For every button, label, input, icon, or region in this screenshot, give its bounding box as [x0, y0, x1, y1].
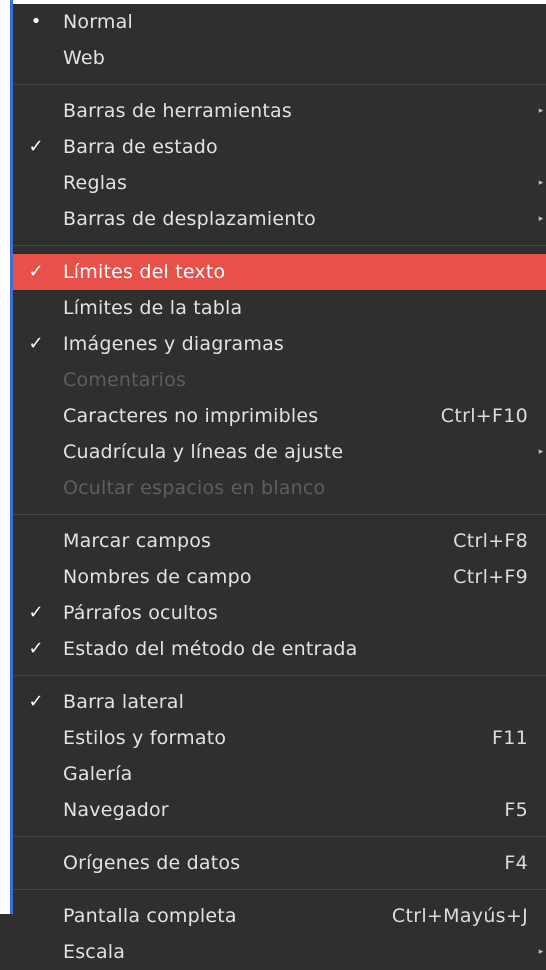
menu-item-label: Navegador	[63, 799, 169, 821]
menu-item-marcar-campos[interactable]: Marcar campos Ctrl+F8	[13, 523, 546, 559]
menu-item-limites-de-la-tabla[interactable]: Límites de la tabla	[13, 290, 546, 326]
menu-separator	[13, 514, 546, 515]
view-menu: • Normal Web Barras de herramientas ▸ ✓ Barra …	[13, 4, 546, 963]
menu-separator	[13, 836, 546, 837]
submenu-arrow-icon: ▸	[538, 214, 544, 224]
menu-item-label: Nombres de campo	[63, 566, 252, 588]
menu-item-nombres-de-campo[interactable]: Nombres de campo Ctrl+F9	[13, 559, 546, 595]
menu-item-label: Escala	[63, 941, 126, 963]
menu-item-label: Imágenes y diagramas	[63, 333, 285, 355]
menu-item-label: Comentarios	[63, 369, 187, 391]
menu-item-imagenes-y-diagramas[interactable]: ✓ Imágenes y diagramas	[13, 326, 546, 362]
menu-item-barras-de-herramientas[interactable]: Barras de herramientas ▸	[13, 93, 546, 129]
menu-item-ocultar-espacios-en-blanco: Ocultar espacios en blanco	[13, 470, 546, 506]
menu-item-shortcut: Ctrl+F9	[453, 566, 528, 588]
menu-item-shortcut: Ctrl+Mayús+J	[391, 905, 528, 927]
menu-item-label: Marcar campos	[63, 530, 212, 552]
menu-item-label: Caracteres no imprimibles	[63, 405, 319, 427]
menu-item-label: Barras de herramientas	[63, 100, 292, 122]
menu-item-barra-de-estado[interactable]: ✓ Barra de estado	[13, 129, 546, 165]
checkmark-icon: ✓	[28, 261, 44, 282]
checkmark-icon: ✓	[28, 602, 44, 623]
menu-item-galeria[interactable]: Galería	[13, 756, 546, 792]
submenu-arrow-icon: ▸	[538, 178, 544, 188]
submenu-arrow-icon: ▸	[538, 106, 544, 116]
checkmark-icon: ✓	[28, 638, 44, 659]
menu-item-normal[interactable]: • Normal	[13, 4, 546, 40]
submenu-arrow-icon: ▸	[538, 947, 544, 957]
menu-item-shortcut: F11	[491, 727, 528, 749]
menu-item-caracteres-no-imprimibles[interactable]: Caracteres no imprimibles Ctrl+F10	[13, 398, 546, 434]
menu-item-shortcut: F4	[504, 852, 528, 874]
menu-item-label: Web	[63, 47, 106, 69]
menu-item-barras-de-desplazamiento[interactable]: Barras de desplazamiento ▸	[13, 201, 546, 237]
menu-item-web[interactable]: Web	[13, 40, 546, 76]
menu-item-shortcut: F5	[504, 799, 528, 821]
menu-item-shortcut: Ctrl+F8	[453, 530, 528, 552]
menu-item-label: Estado del método de entrada	[63, 638, 358, 660]
menu-item-label: Normal	[63, 11, 133, 33]
menu-separator	[13, 889, 546, 890]
menu-item-navegador[interactable]: Navegador F5	[13, 792, 546, 828]
menu-item-estilos-y-formato[interactable]: Estilos y formato F11	[13, 720, 546, 756]
menu-item-barra-lateral[interactable]: ✓ Barra lateral	[13, 684, 546, 720]
menu-item-origenes-de-datos[interactable]: Orígenes de datos F4	[13, 845, 546, 881]
menu-item-reglas[interactable]: Reglas ▸	[13, 165, 546, 201]
checkmark-icon: ✓	[28, 333, 44, 354]
menu-item-parrafos-ocultos[interactable]: ✓ Párrafos ocultos	[13, 595, 546, 631]
menu-separator	[13, 84, 546, 85]
menu-item-label: Galería	[63, 763, 133, 785]
menu-item-label: Orígenes de datos	[63, 852, 241, 874]
menu-separator	[13, 675, 546, 676]
menu-item-label: Barras de desplazamiento	[63, 208, 316, 230]
menu-item-label: Ocultar espacios en blanco	[63, 477, 326, 499]
menu-item-estado-del-metodo-de-entrada[interactable]: ✓ Estado del método de entrada	[13, 631, 546, 667]
menu-item-escala[interactable]: Escala ▸	[13, 934, 546, 970]
menu-item-shortcut: Ctrl+F10	[440, 405, 528, 427]
menu-item-label: Límites de la tabla	[63, 297, 243, 319]
submenu-arrow-icon: ▸	[538, 447, 544, 457]
checkmark-icon: ✓	[28, 136, 44, 157]
menu-item-cuadricula-y-lineas-de-ajuste[interactable]: Cuadrícula y líneas de ajuste ▸	[13, 434, 546, 470]
menu-item-label: Párrafos ocultos	[63, 602, 218, 624]
menu-item-limites-del-texto[interactable]: ✓ Límites del texto	[13, 254, 546, 290]
menu-item-label: Reglas	[63, 172, 128, 194]
menu-item-label: Pantalla completa	[63, 905, 237, 927]
menu-item-pantalla-completa[interactable]: Pantalla completa Ctrl+Mayús+J	[13, 898, 546, 934]
menu-item-label: Barra lateral	[63, 691, 185, 713]
menu-item-label: Estilos y formato	[63, 727, 227, 749]
checkmark-icon: ✓	[28, 691, 44, 712]
menu-item-label: Barra de estado	[63, 136, 218, 158]
menu-item-label: Límites del texto	[63, 261, 226, 283]
radio-bullet-icon: •	[30, 11, 42, 32]
menu-separator	[13, 245, 546, 246]
menu-item-comentarios: Comentarios	[13, 362, 546, 398]
document-window-edge	[0, 0, 13, 914]
menu-item-label: Cuadrícula y líneas de ajuste	[63, 441, 344, 463]
